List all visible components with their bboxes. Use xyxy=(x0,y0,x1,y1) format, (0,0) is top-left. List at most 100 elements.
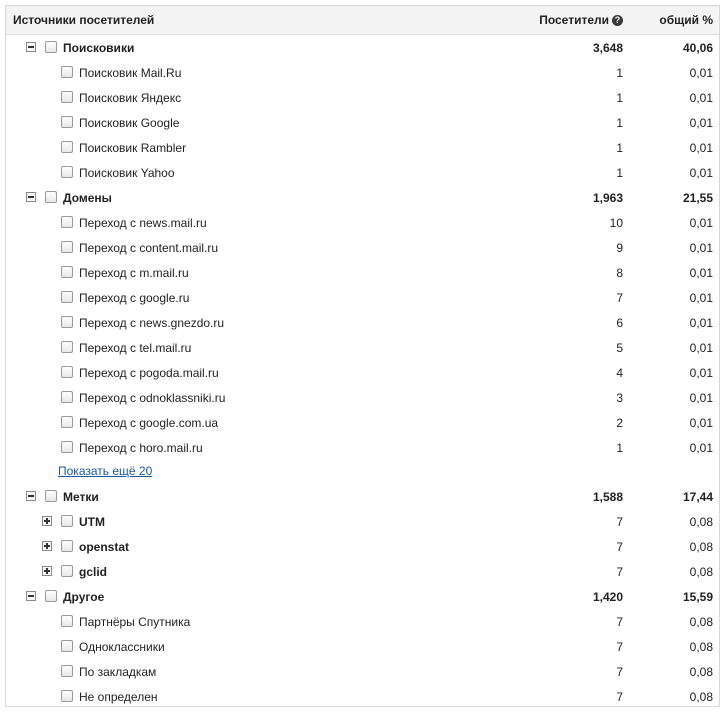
row-percent: 0,01 xyxy=(689,316,713,330)
group-row: Другое 1,420 15,59 xyxy=(6,584,719,609)
row-label: Переход с google.ru xyxy=(79,291,190,305)
expand-plus-icon[interactable] xyxy=(42,541,52,551)
column-header-visitors[interactable]: Посетители ? xyxy=(539,13,623,27)
table-row: Одноклассники 7 0,08 xyxy=(6,634,719,659)
table-row: Поисковик Google 1 0,01 xyxy=(6,110,719,135)
row-checkbox[interactable] xyxy=(45,191,57,203)
column-header-source[interactable]: Источники посетителей xyxy=(13,13,154,27)
row-checkbox[interactable] xyxy=(61,341,73,353)
row-checkbox[interactable] xyxy=(61,316,73,328)
row-checkbox[interactable] xyxy=(45,41,57,53)
row-label: Другое xyxy=(63,590,105,604)
row-visitors: 7 xyxy=(616,291,623,305)
row-checkbox[interactable] xyxy=(61,615,73,627)
collapse-minus-icon[interactable] xyxy=(26,591,36,601)
row-checkbox[interactable] xyxy=(61,141,73,153)
row-checkbox[interactable] xyxy=(61,391,73,403)
row-checkbox[interactable] xyxy=(61,266,73,278)
row-percent: 0,08 xyxy=(689,515,713,529)
row-checkbox[interactable] xyxy=(61,166,73,178)
row-label: Переход с pogoda.mail.ru xyxy=(79,366,219,380)
row-percent: 0,01 xyxy=(689,66,713,80)
row-label: По закладкам xyxy=(79,665,157,679)
row-checkbox[interactable] xyxy=(61,216,73,228)
row-percent: 0,01 xyxy=(689,416,713,430)
row-percent: 0,01 xyxy=(689,116,713,130)
table-row: UTM 7 0,08 xyxy=(6,509,719,534)
row-label: Партнёры Спутника xyxy=(79,615,191,629)
group-row: Домены 1,963 21,55 xyxy=(6,185,719,210)
row-label: Переход с horo.mail.ru xyxy=(79,441,203,455)
row-percent: 0,01 xyxy=(689,266,713,280)
row-visitors: 10 xyxy=(609,216,623,230)
row-visitors: 3,648 xyxy=(592,41,623,55)
row-label: Не определен xyxy=(79,690,158,704)
expand-plus-icon[interactable] xyxy=(42,566,52,576)
row-visitors: 1 xyxy=(616,166,623,180)
row-label: Переход с news.gnezdo.ru xyxy=(79,316,225,330)
row-percent: 0,01 xyxy=(689,441,713,455)
row-checkbox[interactable] xyxy=(45,590,57,602)
row-visitors: 1 xyxy=(616,91,623,105)
column-header-percent[interactable]: общий % xyxy=(659,13,713,27)
table-row: Поисковик Yahoo 1 0,01 xyxy=(6,160,719,185)
expand-plus-icon[interactable] xyxy=(42,516,52,526)
collapse-minus-icon[interactable] xyxy=(26,192,36,202)
table-row: Переход с news.gnezdo.ru 6 0,01 xyxy=(6,310,719,335)
row-checkbox[interactable] xyxy=(61,515,73,527)
row-checkbox[interactable] xyxy=(61,665,73,677)
row-percent: 0,08 xyxy=(689,565,713,579)
row-label: Одноклассники xyxy=(79,640,165,654)
group-row: Метки 1,588 17,44 xyxy=(6,484,719,509)
row-visitors: 1 xyxy=(616,141,623,155)
row-label: openstat xyxy=(79,540,130,554)
row-checkbox[interactable] xyxy=(61,640,73,652)
row-percent: 0,01 xyxy=(689,241,713,255)
row-checkbox[interactable] xyxy=(61,416,73,428)
row-checkbox[interactable] xyxy=(61,565,73,577)
row-percent: 0,01 xyxy=(689,141,713,155)
row-visitors: 1 xyxy=(616,116,623,130)
collapse-minus-icon[interactable] xyxy=(26,42,36,52)
row-checkbox[interactable] xyxy=(45,490,57,502)
show-more-row: Показать ещё 20 xyxy=(6,460,719,484)
row-percent: 21,55 xyxy=(682,191,713,205)
row-checkbox[interactable] xyxy=(61,690,73,702)
table-row: Переход с m.mail.ru 8 0,01 xyxy=(6,260,719,285)
row-checkbox[interactable] xyxy=(61,291,73,303)
row-percent: 0,08 xyxy=(689,540,713,554)
row-visitors: 7 xyxy=(616,690,623,704)
row-visitors: 7 xyxy=(616,640,623,654)
table-row: Поисковик Rambler 1 0,01 xyxy=(6,135,719,160)
row-checkbox[interactable] xyxy=(61,241,73,253)
row-visitors: 1,420 xyxy=(592,590,623,604)
table-row: Переход с tel.mail.ru 5 0,01 xyxy=(6,335,719,360)
table-row: Партнёры Спутника 7 0,08 xyxy=(6,609,719,634)
table-row: Не определен 7 0,08 xyxy=(6,684,719,709)
table-row: gclid 7 0,08 xyxy=(6,559,719,584)
row-percent: 0,08 xyxy=(689,690,713,704)
row-checkbox[interactable] xyxy=(61,116,73,128)
row-label: Переход с tel.mail.ru xyxy=(79,341,192,355)
collapse-minus-icon[interactable] xyxy=(26,491,36,501)
row-visitors: 3 xyxy=(616,391,623,405)
row-label: Поисковик Rambler xyxy=(79,141,187,155)
row-percent: 0,01 xyxy=(689,341,713,355)
row-label: gclid xyxy=(79,565,108,579)
row-checkbox[interactable] xyxy=(61,441,73,453)
show-more-link[interactable]: Показать ещё 20 xyxy=(58,464,152,478)
row-percent: 0,01 xyxy=(689,291,713,305)
row-checkbox[interactable] xyxy=(61,91,73,103)
row-visitors: 1 xyxy=(616,66,623,80)
row-checkbox[interactable] xyxy=(61,540,73,552)
row-label: Переход с odnoklassniki.ru xyxy=(79,391,226,405)
row-percent: 17,44 xyxy=(682,490,713,504)
row-visitors: 7 xyxy=(616,515,623,529)
row-label: Поисковик Mail.Ru xyxy=(79,66,182,80)
row-checkbox[interactable] xyxy=(61,66,73,78)
row-visitors: 7 xyxy=(616,540,623,554)
row-checkbox[interactable] xyxy=(61,366,73,378)
help-icon[interactable]: ? xyxy=(612,14,623,26)
row-percent: 0,08 xyxy=(689,615,713,629)
table-header: Источники посетителей Посетители ? общий… xyxy=(6,6,719,35)
